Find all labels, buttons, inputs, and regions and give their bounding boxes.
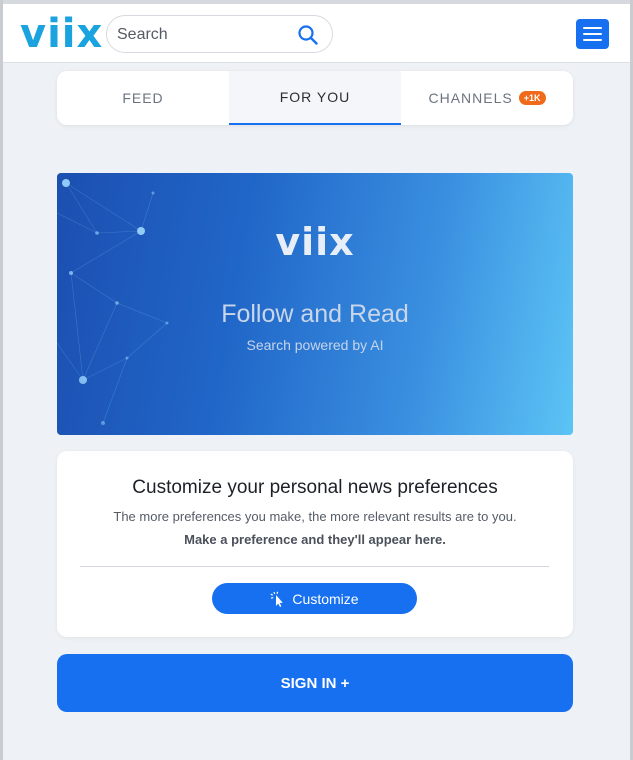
tab-channels-label: CHANNELS <box>428 90 513 106</box>
hero-banner: viix Follow and Read Search powered by A… <box>57 173 573 435</box>
tab-for-you[interactable]: FOR YOU <box>229 71 401 125</box>
preferences-card: Customize your personal news preferences… <box>57 451 573 637</box>
customize-button-label: Customize <box>292 590 359 607</box>
sign-in-label: SIGN IN + <box>280 674 350 692</box>
sign-in-button[interactable]: SIGN IN + <box>57 654 573 712</box>
preferences-description: The more preferences you make, the more … <box>113 509 517 524</box>
preferences-hint: Make a preference and they'll appear her… <box>184 532 446 547</box>
search-input[interactable] <box>117 24 287 46</box>
search-box[interactable] <box>106 15 333 53</box>
tab-for-you-label: FOR YOU <box>279 89 351 105</box>
channels-count-badge: +1K <box>518 91 546 105</box>
divider <box>80 566 549 567</box>
hamburger-menu-icon[interactable] <box>576 19 609 49</box>
customize-button[interactable]: Customize <box>212 583 417 614</box>
preferences-title: Customize your personal news preferences <box>132 477 498 498</box>
viix-logo[interactable]: viix <box>20 12 103 56</box>
top-header: viix <box>3 4 630 63</box>
tab-feed-label: FEED <box>122 90 164 106</box>
banner-logo: viix <box>275 220 355 264</box>
tab-channels[interactable]: CHANNELS +1K <box>401 71 573 125</box>
search-icon[interactable] <box>297 24 319 46</box>
feed-tabs: FEED FOR YOU CHANNELS +1K <box>57 71 573 125</box>
pointer-click-icon <box>270 591 284 607</box>
tab-feed[interactable]: FEED <box>57 71 229 125</box>
window-left-edge <box>0 0 3 760</box>
banner-subtitle: Search powered by AI <box>246 337 384 353</box>
banner-title: Follow and Read <box>221 300 409 328</box>
